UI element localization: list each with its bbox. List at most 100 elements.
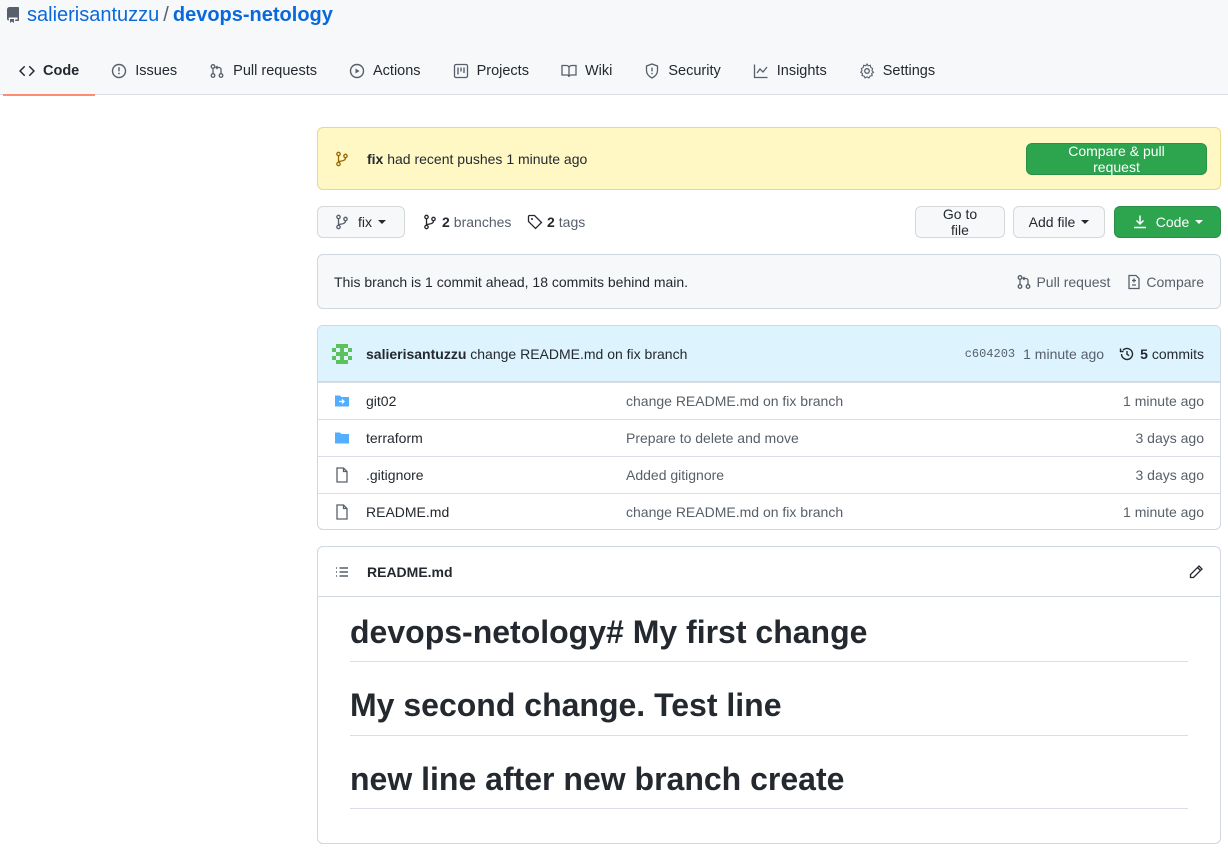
- list-icon[interactable]: [334, 564, 350, 580]
- readme-heading: My second change. Test line: [350, 686, 1188, 736]
- file-commit-message[interactable]: change README.md on fix branch: [626, 393, 843, 409]
- branch-toolbar: fix 2 branches 2 tags Go to file Add fil…: [317, 206, 1221, 238]
- avatar[interactable]: [332, 343, 352, 364]
- code-download-button[interactable]: Code: [1114, 206, 1221, 238]
- file-row: git02 change README.md on fix branch 1 m…: [318, 382, 1220, 419]
- tab-label: Actions: [373, 62, 421, 79]
- go-to-file-button[interactable]: Go to file: [915, 206, 1005, 238]
- commits-label: commits: [1151, 345, 1204, 362]
- file-commit-age: 1 minute ago: [1123, 393, 1204, 409]
- compare-link[interactable]: Compare: [1126, 274, 1204, 290]
- repo-owner-link[interactable]: salierisantuzzu: [27, 4, 159, 27]
- file-name-link[interactable]: git02: [366, 393, 396, 409]
- file-name-link[interactable]: .gitignore: [366, 467, 424, 483]
- commit-sha[interactable]: c604203: [965, 347, 1015, 361]
- graph-icon: [753, 64, 768, 78]
- submodule-folder-icon: [335, 395, 349, 407]
- readme-content: devops-netology# My first change My seco…: [318, 597, 1220, 810]
- tab-label: Issues: [135, 62, 178, 79]
- repo-header: salierisantuzzu / devops-netology Code I…: [0, 0, 1228, 96]
- folder-icon: [335, 432, 349, 444]
- tab-label: Projects: [476, 62, 529, 79]
- recent-push-message: had recent pushes 1 minute ago: [387, 150, 588, 167]
- book-icon: [561, 64, 577, 77]
- pull-request-icon: [1018, 274, 1031, 289]
- tab-security[interactable]: Security: [628, 46, 736, 95]
- tab-pull-requests[interactable]: Pull requests: [193, 46, 333, 95]
- diff-icon: [1128, 274, 1141, 289]
- readme-heading: new line after new branch create: [350, 760, 1188, 810]
- branch-comparison-text: This branch is 1 commit ahead, 18 commit…: [334, 273, 689, 290]
- file-commit-message[interactable]: Added gitignore: [626, 467, 724, 483]
- tab-wiki[interactable]: Wiki: [545, 46, 628, 95]
- file-commit-age: 3 days ago: [1135, 467, 1205, 483]
- recent-push-text: fix had recent pushes 1 minute ago: [367, 151, 1026, 167]
- tab-label: Wiki: [584, 62, 613, 79]
- tab-code[interactable]: Code: [3, 46, 96, 96]
- readme-title: README.md: [367, 563, 453, 580]
- pencil-icon[interactable]: [1188, 564, 1204, 580]
- file-commit-age: 1 minute ago: [1123, 504, 1204, 520]
- tags-link[interactable]: 2 tags: [527, 206, 585, 238]
- commit-message-link[interactable]: change README.md on fix branch: [470, 346, 687, 362]
- branches-label: branches: [453, 214, 512, 230]
- readme-header: README.md: [318, 547, 1220, 597]
- tags-label: tags: [558, 214, 586, 230]
- file-row: README.md change README.md on fix branch…: [318, 493, 1220, 529]
- branch-icon: [336, 214, 348, 230]
- branch-comparison-box: This branch is 1 commit ahead, 18 commit…: [317, 254, 1221, 309]
- file-row: terraform Prepare to delete and move 3 d…: [318, 419, 1220, 456]
- tags-count: 2: [547, 214, 555, 230]
- commit-age: 1 minute ago: [1023, 345, 1105, 362]
- branch-icon: [424, 214, 436, 230]
- file-name-link[interactable]: README.md: [366, 504, 449, 520]
- tab-projects[interactable]: Projects: [437, 46, 545, 95]
- repo-icon: [6, 7, 20, 23]
- compare-pull-request-button[interactable]: Compare & pull request: [1026, 142, 1207, 175]
- pull-request-label: Pull request: [1036, 273, 1111, 290]
- commits-history-link[interactable]: 5 commits: [1119, 346, 1204, 362]
- code-button-label: Code: [1155, 214, 1190, 230]
- play-icon: [349, 63, 365, 78]
- current-branch-label: fix: [358, 214, 372, 230]
- file-commit-message[interactable]: Prepare to delete and move: [626, 430, 799, 446]
- commit-author[interactable]: salierisantuzzu: [366, 346, 466, 362]
- recent-push-banner: fix had recent pushes 1 minute ago Compa…: [317, 127, 1221, 190]
- file-commit-message[interactable]: change README.md on fix branch: [626, 504, 843, 520]
- add-file-button[interactable]: Add file: [1013, 206, 1105, 238]
- tag-icon: [527, 214, 543, 230]
- file-commit-age: 3 days ago: [1135, 430, 1205, 446]
- readme-panel: README.md devops-netology# My first chan…: [317, 546, 1221, 844]
- file-name-link[interactable]: terraform: [366, 430, 423, 446]
- tab-issues[interactable]: Issues: [95, 46, 193, 95]
- repo-name-link[interactable]: devops-netology: [173, 4, 333, 27]
- tab-label: Insights: [776, 62, 827, 79]
- issue-icon: [112, 63, 127, 78]
- chevron-down-icon: [378, 220, 386, 224]
- tab-label: Code: [43, 62, 80, 79]
- project-icon: [453, 63, 468, 78]
- repo-title: salierisantuzzu / devops-netology: [5, 3, 333, 27]
- readme-heading: devops-netology# My first change: [350, 613, 1188, 663]
- branches-link[interactable]: 2 branches: [422, 206, 511, 238]
- file-icon: [336, 504, 348, 520]
- compare-label: Compare: [1146, 273, 1204, 290]
- tab-actions[interactable]: Actions: [333, 46, 437, 95]
- pull-request-link[interactable]: Pull request: [1016, 274, 1110, 290]
- tab-label: Settings: [882, 62, 936, 79]
- gear-icon: [859, 62, 875, 79]
- shield-icon: [646, 62, 659, 79]
- tab-insights[interactable]: Insights: [737, 46, 843, 95]
- branch-select-button[interactable]: fix: [317, 206, 405, 238]
- tab-label: Pull requests: [233, 62, 317, 79]
- branches-count: 2: [442, 214, 450, 230]
- commits-count: 5: [1140, 345, 1148, 362]
- repo-separator: /: [163, 3, 169, 26]
- download-icon: [1133, 215, 1146, 229]
- code-icon: [19, 65, 35, 76]
- pushed-branch-name[interactable]: fix: [367, 151, 383, 167]
- file-row: .gitignore Added gitignore 3 days ago: [318, 456, 1220, 493]
- file-listing: salierisantuzzu change README.md on fix …: [317, 325, 1221, 530]
- chevron-down-icon: [1195, 220, 1204, 224]
- tab-settings[interactable]: Settings: [843, 46, 951, 95]
